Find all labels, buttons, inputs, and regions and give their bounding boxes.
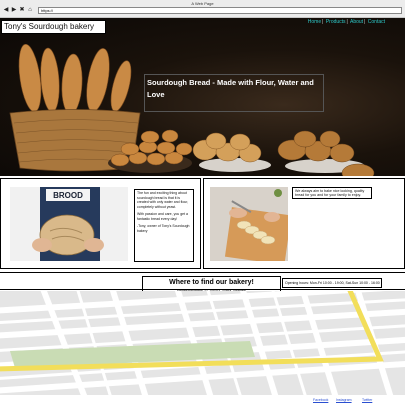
quality-panel: We always aim to bake nice looking, qual… (203, 178, 405, 269)
nav-link-about[interactable]: About (350, 19, 363, 25)
quality-statement: We always aim to bake nice looking, qual… (292, 187, 372, 199)
bread-cutting-photo (210, 187, 288, 261)
apron-text: BROOD (53, 191, 83, 200)
opening-hours: Opening hours: Mon-Fri 10:00 - 19:00, Sa… (282, 278, 382, 288)
url-input[interactable]: https:// (38, 7, 402, 14)
hero-banner: Tony's Sourdough bakery Home| Products| … (0, 18, 405, 176)
nav-link-home[interactable]: Home (308, 19, 321, 25)
footer-link-twitter[interactable]: Twitter (362, 396, 372, 405)
nav-separator: | (322, 19, 324, 25)
home-icon[interactable]: ⌂ (27, 7, 33, 13)
back-icon[interactable]: ◀ (3, 7, 9, 13)
map-graphic[interactable] (0, 291, 405, 395)
footer-link-facebook[interactable]: Facebook (313, 396, 328, 405)
browser-chrome: A Web Page ◀ ▶ ✖ ⌂ https:// (0, 0, 405, 18)
window-title: A Web Page (191, 1, 214, 6)
nav-separator: | (346, 19, 348, 25)
main-nav: Home| Products| About| Contact (308, 19, 385, 25)
baker-photo: BROOD (10, 187, 128, 261)
hero-headline: Sourdough Bread - Made with Flour, Water… (144, 74, 324, 112)
nav-link-products[interactable]: Products (326, 19, 346, 25)
quote-paragraph: The fun and exciting thing about sourdou… (137, 191, 189, 209)
footer: Facebook Instagram Twitter (0, 396, 405, 405)
content-section: BROOD The fun and exciting thing about s… (0, 178, 405, 271)
close-icon[interactable]: ✖ (19, 7, 25, 13)
baker-image: BROOD (10, 187, 128, 261)
nav-separator: | (364, 19, 366, 25)
site-title: Tony's Sourdough bakery (1, 20, 106, 34)
about-panel: BROOD The fun and exciting thing about s… (0, 178, 201, 269)
footer-link-instagram[interactable]: Instagram (336, 396, 352, 405)
quote-paragraph: With passion and care, you get a fantast… (137, 212, 188, 221)
map[interactable] (0, 291, 405, 395)
nav-link-contact[interactable]: Contact (368, 19, 385, 25)
owner-quote: The fun and exciting thing about sourdou… (134, 189, 194, 262)
bread-cutting-image (210, 187, 288, 261)
forward-icon[interactable]: ▶ (11, 7, 17, 13)
quote-signature: -Tony, owner of Tony's Sourdough bakery (137, 224, 190, 233)
